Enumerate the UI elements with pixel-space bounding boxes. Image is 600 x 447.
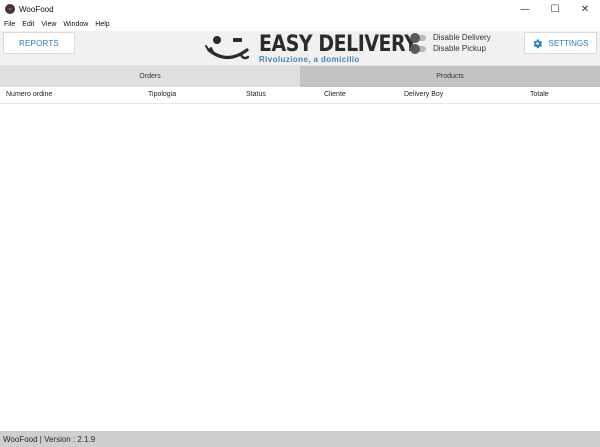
version-text: WooFood | Version : 2.1.9	[3, 434, 96, 444]
column-totale[interactable]: Totale	[530, 91, 549, 98]
main-tabs: Orders Products	[0, 66, 600, 87]
window-title: WooFood	[19, 4, 54, 14]
window-titlebar: WooFood — ☐ ✕	[0, 0, 600, 18]
disable-pickup-label: Disable Pickup	[433, 44, 486, 53]
column-delivery-boy[interactable]: Delivery Boy	[404, 91, 443, 98]
column-tipologia[interactable]: Tipologia	[148, 91, 176, 98]
app-header: REPORTS EASY DELIVERY Rivoluzione, a dom…	[0, 31, 600, 66]
settings-label: SETTINGS	[548, 38, 589, 48]
menu-help[interactable]: Help	[95, 21, 109, 28]
disable-delivery-toggle[interactable]	[410, 32, 428, 43]
toggle-group: Disable Delivery Disable Pickup	[410, 32, 491, 54]
disable-delivery-label: Disable Delivery	[433, 33, 491, 42]
menu-window[interactable]: Window	[63, 21, 88, 28]
minimize-button[interactable]: —	[510, 0, 540, 18]
maximize-button[interactable]: ☐	[540, 0, 570, 18]
menubar: File Edit View Window Help	[0, 18, 600, 31]
disable-pickup-toggle[interactable]	[410, 43, 428, 54]
column-cliente[interactable]: Cliente	[324, 91, 346, 98]
menu-view[interactable]: View	[41, 21, 56, 28]
orders-table-header: Numero ordine Tipologia Status Cliente D…	[0, 87, 600, 104]
close-button[interactable]: ✕	[570, 0, 600, 18]
logo-face-icon	[205, 36, 250, 60]
gear-icon	[534, 39, 543, 48]
tab-products[interactable]: Products	[300, 66, 600, 87]
window-controls: — ☐ ✕	[510, 0, 600, 18]
column-numero-ordine[interactable]: Numero ordine	[6, 91, 52, 98]
tab-orders[interactable]: Orders	[0, 66, 300, 87]
logo-subtitle: Rivoluzione, a domicilio	[259, 55, 360, 64]
column-status[interactable]: Status	[246, 91, 266, 98]
orders-table-body	[0, 104, 600, 431]
app-icon	[5, 4, 15, 14]
logo-title: EASY DELIVERY	[259, 32, 418, 57]
disable-pickup-row: Disable Pickup	[410, 43, 491, 54]
reports-button[interactable]: REPORTS	[3, 32, 75, 54]
menu-edit[interactable]: Edit	[22, 21, 34, 28]
menu-file[interactable]: File	[4, 21, 15, 28]
disable-delivery-row: Disable Delivery	[410, 32, 491, 43]
status-bar: WooFood | Version : 2.1.9	[0, 431, 600, 447]
easy-delivery-logo: EASY DELIVERY Rivoluzione, a domicilio	[203, 31, 418, 66]
settings-button[interactable]: SETTINGS	[524, 32, 597, 54]
